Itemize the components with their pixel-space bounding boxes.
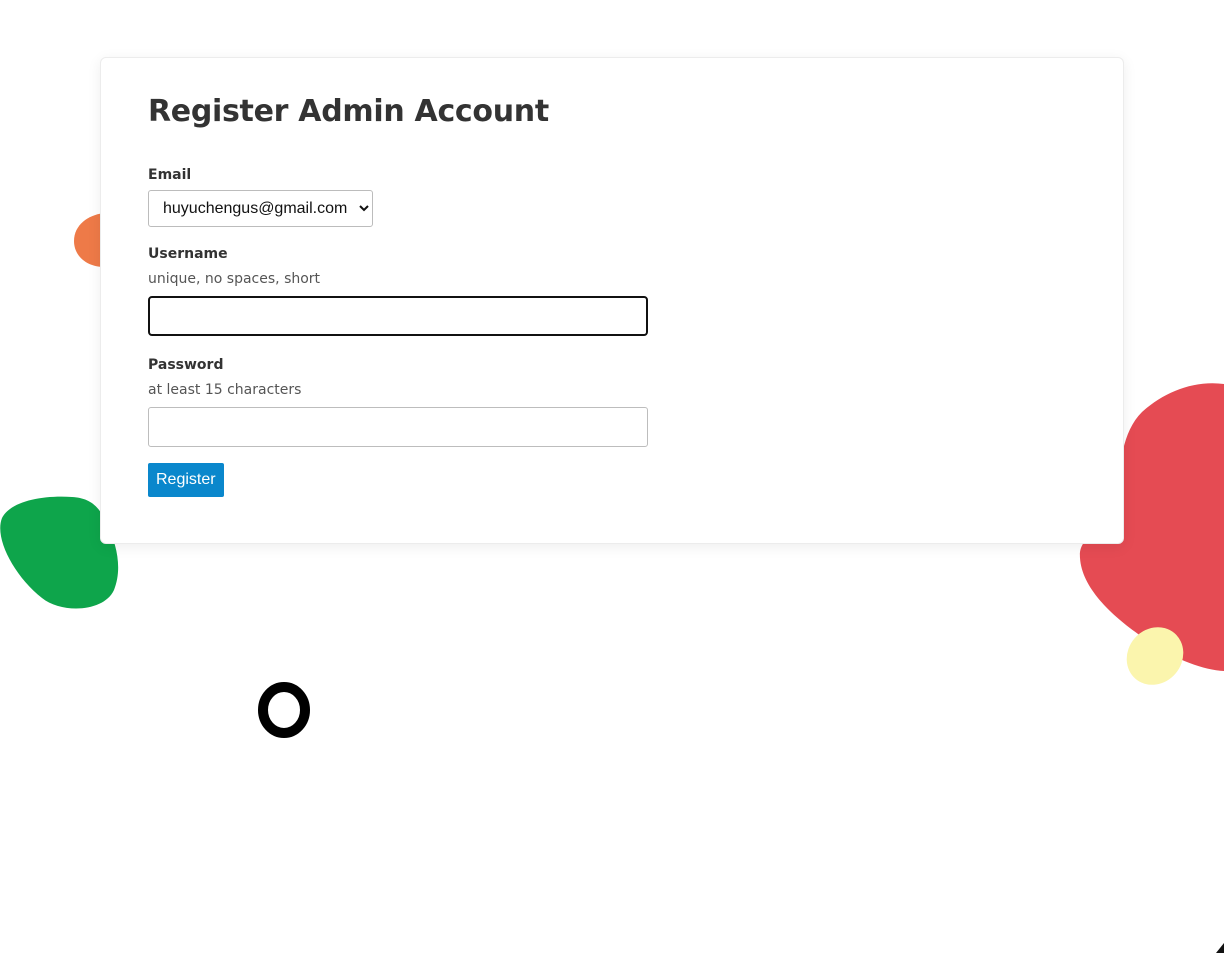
password-input[interactable] (148, 407, 648, 447)
corner-dark-decoration (1216, 943, 1224, 953)
page-title: Register Admin Account (148, 94, 549, 129)
username-hint: unique, no spaces, short (148, 271, 321, 287)
email-select[interactable]: huyuchengus@gmail.com (148, 190, 373, 227)
register-card: Register Admin Account Email huyuchengus… (100, 57, 1124, 544)
username-input[interactable] (148, 296, 648, 336)
username-label: Username (148, 246, 228, 262)
yellow-decorative-blob (1126, 627, 1184, 685)
black-ring-decoration (258, 682, 310, 738)
password-hint: at least 15 characters (148, 382, 302, 398)
password-label: Password (148, 357, 224, 373)
page-background: Register Admin Account Email huyuchengus… (0, 0, 1224, 953)
register-button[interactable]: Register (148, 463, 224, 497)
email-label: Email (148, 167, 192, 183)
